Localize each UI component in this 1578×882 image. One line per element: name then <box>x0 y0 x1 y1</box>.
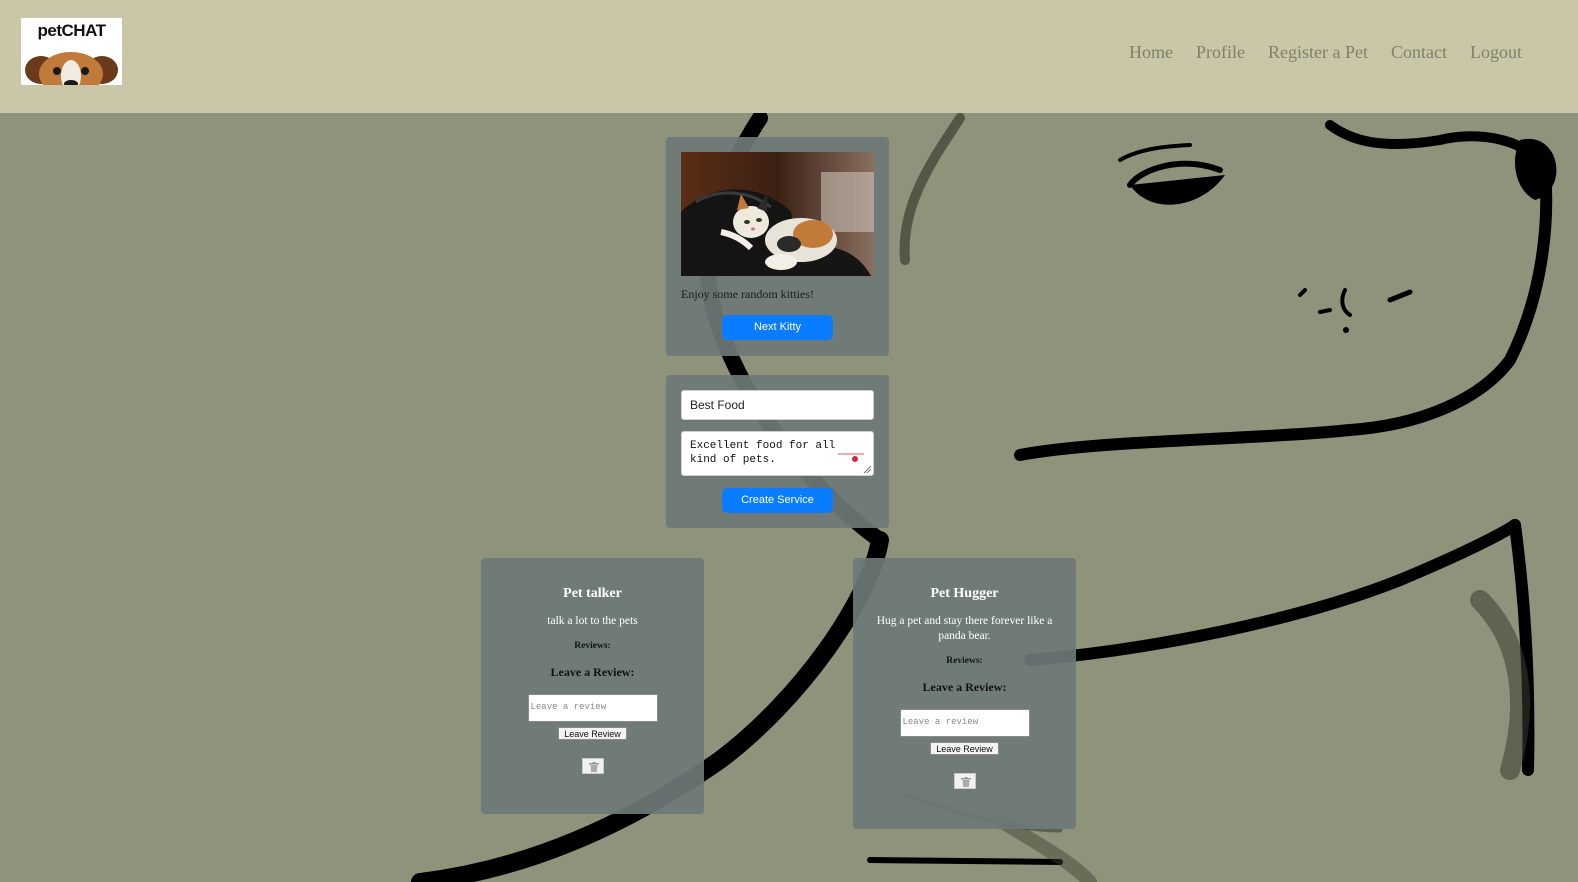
service-card: Pet Hugger Hug a pet and stay there fore… <box>853 558 1076 829</box>
service-title: Pet Hugger <box>930 586 999 601</box>
next-kitty-button[interactable]: Next Kitty <box>722 315 833 340</box>
review-textarea[interactable]: Leave a review <box>527 694 658 722</box>
nav-logout[interactable]: Logout <box>1470 42 1522 63</box>
delete-service-button[interactable] <box>581 758 604 774</box>
reviews-label: Reviews: <box>946 656 983 666</box>
site-header: petCHAT Home Profile Register a Pet Cont… <box>0 0 1578 113</box>
leave-review-button[interactable]: Leave Review <box>930 742 999 755</box>
service-description: talk a lot to the pets <box>547 615 638 627</box>
trash-icon <box>588 762 599 772</box>
dog-face-icon <box>25 52 118 85</box>
leave-review-button[interactable]: Leave Review <box>558 727 627 740</box>
spellcheck-icon <box>838 453 864 462</box>
leave-review-heading: Leave a Review: <box>550 665 635 679</box>
create-service-button[interactable]: Create Service <box>722 488 833 513</box>
service-description: Hug a pet and stay there forever like a … <box>876 615 1053 642</box>
trash-icon <box>960 777 971 787</box>
kitty-photo <box>681 152 874 276</box>
service-description-text: Excellent food for all kind of pets. <box>690 440 836 466</box>
service-title: Pet talker <box>563 586 622 601</box>
service-card: Pet talker talk a lot to the pets Review… <box>481 558 704 814</box>
random-kitty-card: Enjoy some random kitties! Next Kitty <box>666 137 889 356</box>
leave-review-heading: Leave a Review: <box>922 680 1007 694</box>
nav-register-pet[interactable]: Register a Pet <box>1268 42 1368 63</box>
kitty-caption: Enjoy some random kitties! <box>681 287 814 301</box>
nav-contact[interactable]: Contact <box>1391 42 1447 63</box>
resize-grip-icon[interactable] <box>863 465 871 473</box>
create-service-form: Best Food Excellent food for all kind of… <box>666 375 889 528</box>
review-placeholder: Leave a review <box>902 717 979 727</box>
service-description-textarea[interactable]: Excellent food for all kind of pets. <box>681 431 874 476</box>
service-name-input[interactable]: Best Food <box>681 390 874 420</box>
reviews-label: Reviews: <box>574 641 611 651</box>
nav-home[interactable]: Home <box>1129 42 1173 63</box>
review-placeholder: Leave a review <box>530 702 607 712</box>
review-textarea[interactable]: Leave a review <box>899 709 1030 737</box>
delete-service-button[interactable] <box>953 773 976 789</box>
main-nav: Home Profile Register a Pet Contact Logo… <box>1129 42 1522 63</box>
nav-profile[interactable]: Profile <box>1196 42 1245 63</box>
logo-text: petCHAT <box>37 21 106 40</box>
petchat-logo[interactable]: petCHAT <box>21 18 122 85</box>
